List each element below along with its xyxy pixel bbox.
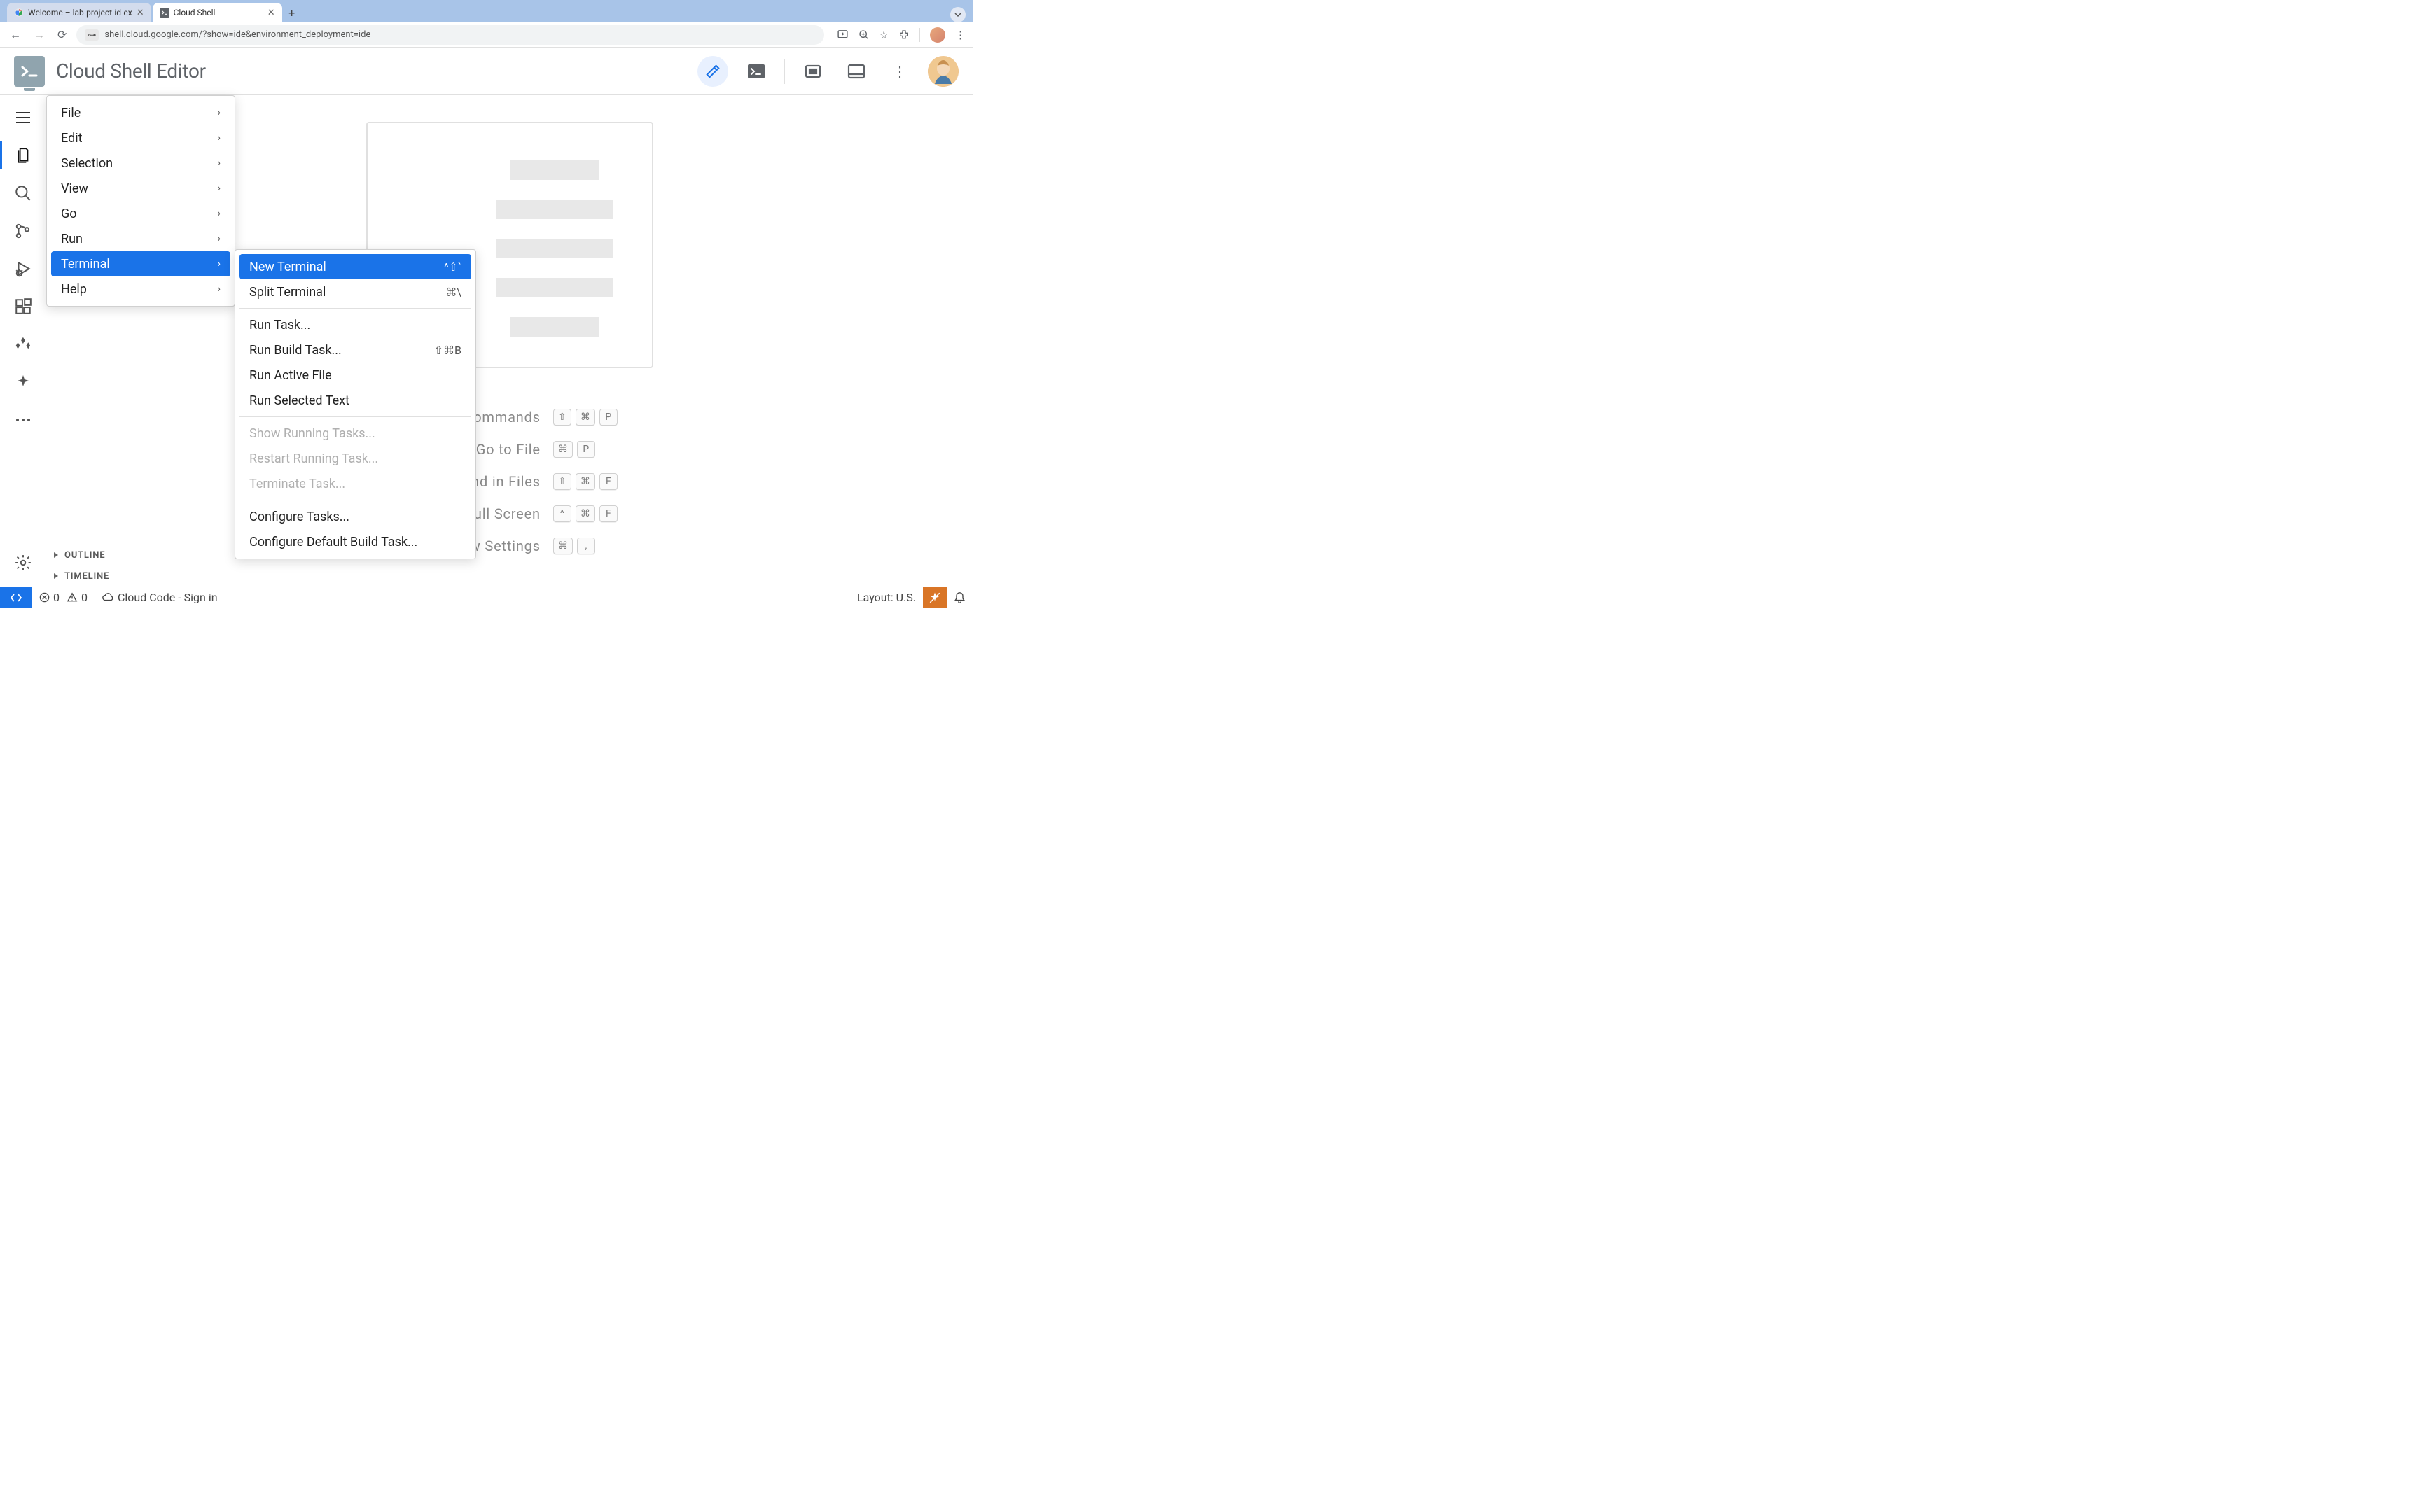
- separator: [239, 416, 471, 417]
- terminal-toggle-button[interactable]: [741, 56, 772, 87]
- activity-bar: [0, 95, 46, 587]
- browser-tab-cloudshell[interactable]: Cloud Shell ✕: [153, 3, 282, 22]
- address-bar: ← → ⟳ ⊶ shell.cloud.google.com/?show=ide…: [0, 22, 973, 48]
- timeline-panel-header[interactable]: TIMELINE: [46, 566, 235, 587]
- submenu-show-running-tasks: Show Running Tasks...: [239, 421, 471, 446]
- run-debug-icon[interactable]: [6, 252, 40, 286]
- main-area: Show All Commands ⇧ ⌘ P Go to File ⌘ P F…: [0, 95, 973, 587]
- app-title: Cloud Shell Editor: [56, 59, 206, 83]
- close-icon[interactable]: ✕: [137, 8, 144, 18]
- url-field[interactable]: ⊶ shell.cloud.google.com/?show=ide&envir…: [76, 25, 823, 45]
- extensions-icon[interactable]: [6, 290, 40, 323]
- submenu-terminate-task: Terminate Task...: [239, 471, 471, 496]
- shortcut: ^⇧`: [444, 260, 461, 274]
- gcp-favicon: [14, 8, 24, 18]
- terminal-submenu: New Terminal ^⇧` Split Terminal ⌘\ Run T…: [235, 249, 476, 559]
- cmd-keys: ^ ⌘ F: [553, 505, 618, 522]
- status-bar: 0 0 Cloud Code - Sign in Layout: U.S.: [0, 587, 973, 608]
- remote-indicator[interactable]: [0, 587, 32, 608]
- bookmark-icon[interactable]: ☆: [879, 29, 889, 41]
- status-ai-indicator[interactable]: [923, 587, 947, 608]
- submenu-configure-default-build-task[interactable]: Configure Default Build Task...: [239, 529, 471, 554]
- zoom-icon[interactable]: [858, 29, 870, 41]
- hamburger-menu[interactable]: [6, 101, 40, 134]
- cmd-keys: ⌘ ,: [553, 538, 618, 554]
- main-menu-popup: File› Edit› Selection› View› Go› Run› Te…: [46, 95, 235, 307]
- tab-title: Cloud Shell: [174, 8, 216, 18]
- submenu-restart-running-task: Restart Running Task...: [239, 446, 471, 471]
- status-warnings[interactable]: 0: [67, 587, 95, 608]
- tabs-overflow-button[interactable]: [950, 7, 966, 22]
- menu-item-run[interactable]: Run›: [51, 226, 230, 251]
- menu-item-terminal[interactable]: Terminal›: [51, 251, 230, 276]
- user-avatar[interactable]: [928, 56, 959, 87]
- menu-item-go[interactable]: Go›: [51, 201, 230, 226]
- menu-item-edit[interactable]: Edit›: [51, 125, 230, 150]
- close-icon[interactable]: ✕: [267, 8, 275, 18]
- menu-item-file[interactable]: File›: [51, 100, 230, 125]
- chevron-right-icon: ›: [218, 208, 221, 219]
- settings-icon[interactable]: [6, 546, 40, 580]
- profile-avatar[interactable]: [930, 27, 945, 43]
- submenu-run-task[interactable]: Run Task...: [239, 312, 471, 337]
- cmd-keys: ⇧ ⌘ F: [553, 473, 618, 490]
- status-errors[interactable]: 0: [32, 587, 67, 608]
- source-control-icon[interactable]: [6, 214, 40, 248]
- status-layout[interactable]: Layout: U.S.: [850, 587, 923, 608]
- separator: [784, 59, 785, 84]
- shortcut: ⇧⌘B: [434, 344, 461, 357]
- separator: [239, 308, 471, 309]
- browser-tab-welcome[interactable]: Welcome – lab-project-id-ex ✕: [7, 3, 151, 22]
- submenu-new-terminal[interactable]: New Terminal ^⇧`: [239, 254, 471, 279]
- separator: [919, 28, 920, 42]
- editor-toggle-button[interactable]: [697, 56, 728, 87]
- menu-item-selection[interactable]: Selection›: [51, 150, 230, 176]
- install-icon[interactable]: [837, 29, 849, 41]
- sidebar-bottom-panels: OUTLINE TIMELINE: [46, 545, 235, 587]
- menu-item-view[interactable]: View›: [51, 176, 230, 201]
- cloudshell-favicon: [160, 8, 169, 18]
- explorer-icon[interactable]: [6, 139, 40, 172]
- forward-button[interactable]: →: [31, 27, 48, 43]
- chevron-right-icon: ›: [218, 183, 221, 194]
- more-icon[interactable]: [6, 403, 40, 437]
- outline-panel-header[interactable]: OUTLINE: [46, 545, 235, 566]
- cloudshell-logo: [14, 56, 45, 87]
- chevron-right-icon: ›: [218, 132, 221, 144]
- status-cloud-code[interactable]: Cloud Code - Sign in: [95, 587, 225, 608]
- panel-title: TIMELINE: [64, 571, 109, 582]
- back-button[interactable]: ←: [7, 27, 24, 43]
- status-notifications[interactable]: [947, 587, 973, 608]
- extensions-icon[interactable]: [898, 29, 910, 41]
- new-window-button[interactable]: [798, 56, 828, 87]
- site-info-icon[interactable]: ⊶: [85, 29, 99, 41]
- panel-title: OUTLINE: [64, 550, 105, 561]
- url-text: shell.cloud.google.com/?show=ide&environ…: [104, 29, 370, 40]
- browser-menu-icon[interactable]: ⋮: [955, 29, 966, 41]
- chevron-right-icon: ›: [218, 233, 221, 244]
- chevron-right-icon: ›: [218, 284, 221, 295]
- shortcut: ⌘\: [445, 286, 461, 299]
- api-icon[interactable]: [6, 328, 40, 361]
- browser-tab-strip: Welcome – lab-project-id-ex ✕ Cloud Shel…: [0, 0, 973, 22]
- cmd-keys: ⇧ ⌘ P: [553, 409, 618, 426]
- layout-button[interactable]: [841, 56, 872, 87]
- new-tab-button[interactable]: +: [282, 3, 302, 22]
- menu-item-help[interactable]: Help›: [51, 276, 230, 302]
- submenu-run-build-task[interactable]: Run Build Task... ⇧⌘B: [239, 337, 471, 363]
- reload-button[interactable]: ⟳: [55, 27, 69, 43]
- app-header: Cloud Shell Editor ⋮: [0, 48, 973, 95]
- tab-title: Welcome – lab-project-id-ex: [28, 8, 132, 18]
- cmd-keys: ⌘ P: [553, 441, 618, 458]
- search-icon[interactable]: [6, 176, 40, 210]
- submenu-configure-tasks[interactable]: Configure Tasks...: [239, 504, 471, 529]
- ai-icon[interactable]: [6, 365, 40, 399]
- submenu-run-active-file[interactable]: Run Active File: [239, 363, 471, 388]
- chevron-right-icon: ›: [218, 258, 221, 270]
- submenu-run-selected-text[interactable]: Run Selected Text: [239, 388, 471, 413]
- more-menu-button[interactable]: ⋮: [884, 56, 915, 87]
- submenu-split-terminal[interactable]: Split Terminal ⌘\: [239, 279, 471, 304]
- chevron-right-icon: ›: [218, 107, 221, 118]
- chevron-right-icon: ›: [218, 158, 221, 169]
